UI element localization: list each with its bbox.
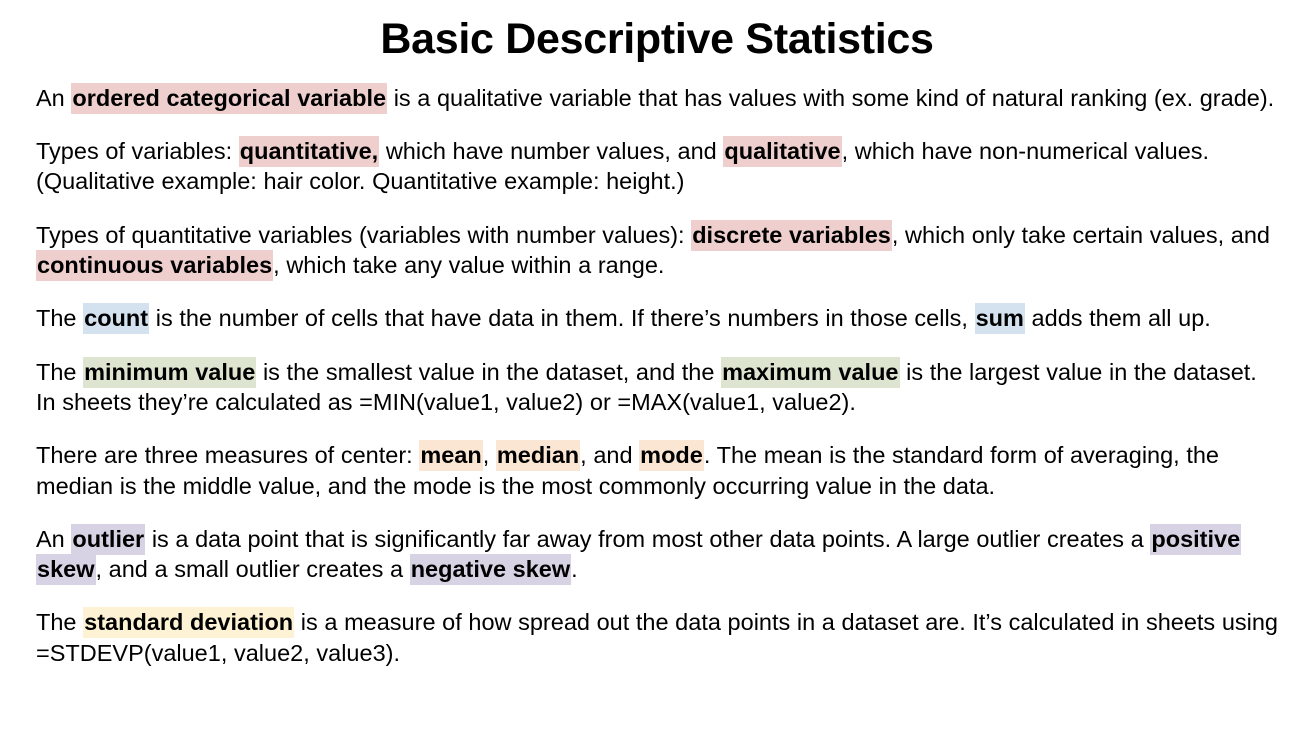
paragraph-types-of-quantitative-variables: Types of quantitative variables (variabl… [36,219,1278,281]
text-run: , and a small outlier creates a [95,556,410,583]
paragraph-minimum-and-maximum: The minimum value is the smallest value … [36,356,1278,418]
text-run: is a data point that is significantly fa… [145,525,1151,552]
text-run: An [36,525,72,552]
text-run: There are three measures of center: [36,442,420,469]
term-mean: mean [419,440,483,472]
text-run: is the number of cells that have data in… [149,305,975,332]
term-mode: mode [639,440,704,472]
paragraph-standard-deviation: The standard deviation is a measure of h… [36,607,1278,668]
term-continuous-variables: continuous variables [36,249,274,281]
text-run: is the smallest value in the dataset, an… [256,358,722,385]
term-quantitative: quantitative, [238,136,380,168]
term-qualitative: qualitative [723,136,842,168]
paragraph-types-of-variables: Types of variables: quantitative, which … [36,136,1278,197]
text-run: . [571,556,578,583]
term-sum: sum [974,303,1025,335]
term-standard-deviation: standard deviation [83,607,295,639]
term-ordered-categorical-variable: ordered categorical variable [71,82,388,114]
paragraph-outlier-and-skew: An outlier is a data point that is signi… [36,523,1278,586]
paragraph-measures-of-center: There are three measures of center: mean… [36,440,1278,501]
text-run: is a qualitative variable that has value… [387,84,1275,111]
slide-body: An ordered categorical variable is a qua… [36,82,1278,668]
term-discrete-variables: discrete variables [691,219,892,251]
text-run: The [36,305,84,332]
text-run: Types of variables: [36,138,239,165]
term-minimum-value: minimum value [83,356,257,388]
term-negative-skew: negative skew [409,554,572,586]
text-run: The [36,358,84,385]
text-run: , which take any value within a range. [273,251,665,278]
text-run: adds them all up. [1024,305,1211,332]
text-run: An [36,84,72,111]
slide-canvas: Basic Descriptive Statistics An ordered … [0,0,1312,730]
text-run: which have number values, and [379,138,724,165]
term-maximum-value: maximum value [721,356,900,388]
paragraph-count-and-sum: The count is the number of cells that ha… [36,303,1278,335]
term-outlier: outlier [71,523,146,555]
text-run: , which only take certain values, and [891,221,1270,248]
text-run: , and [580,442,640,469]
text-run: , [482,442,496,469]
paragraph-ordered-categorical-variable: An ordered categorical variable is a qua… [36,82,1278,114]
term-median: median [495,440,581,472]
term-count: count [83,303,150,335]
text-run: Types of quantitative variables (variabl… [36,221,692,248]
text-run: The [36,609,84,636]
page-title: Basic Descriptive Statistics [380,15,934,63]
